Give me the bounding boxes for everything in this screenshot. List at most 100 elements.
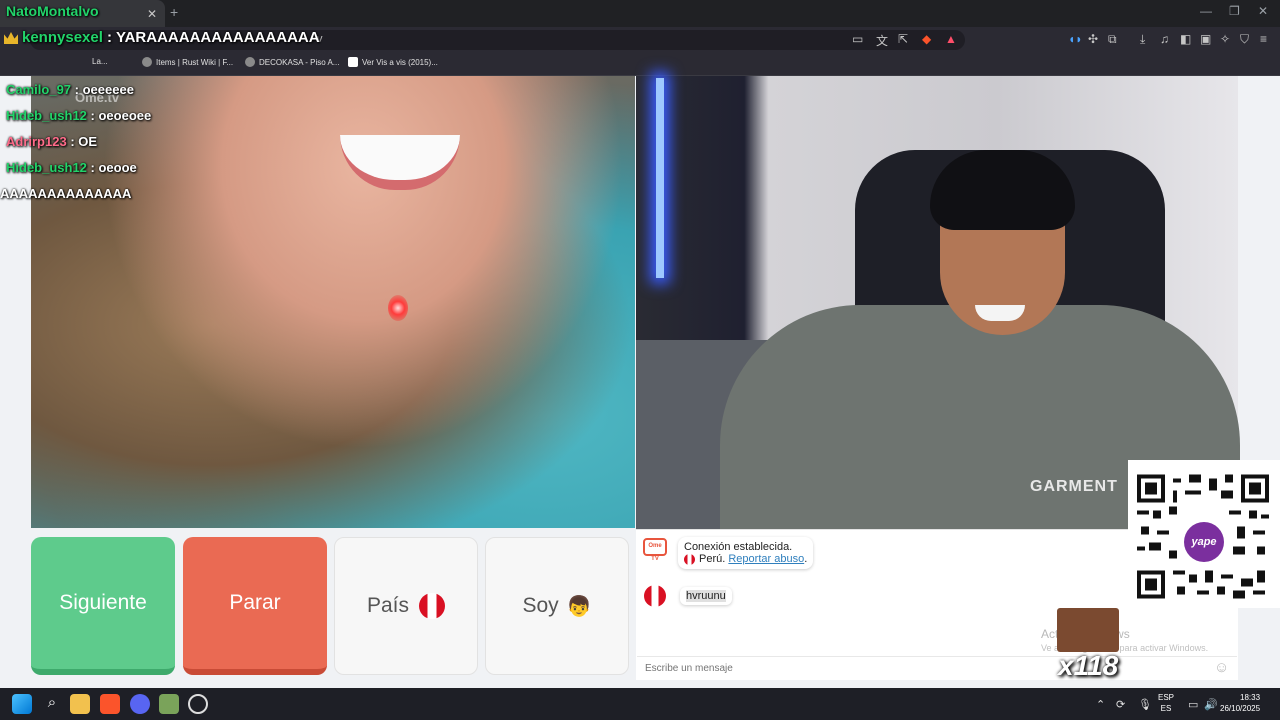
window-close-icon[interactable]: ✕ (1258, 4, 1268, 18)
discord-icon[interactable] (130, 694, 150, 714)
country-line: Perú. Reportar abuso. (684, 553, 807, 565)
emoji-icon[interactable]: ☺ (1214, 659, 1229, 676)
clock-date: 26/10/2025 (1220, 704, 1261, 713)
chat-text: oeooe (98, 160, 137, 175)
yape-logo: yape (1184, 522, 1224, 562)
system-message: Conexión establecida. Perú. Reportar abu… (678, 537, 814, 569)
language-indicator[interactable]: ESP ES (1158, 692, 1174, 714)
chat-text: OE (78, 134, 98, 149)
message-input[interactable] (637, 656, 1237, 680)
globe-icon (142, 57, 152, 67)
microphone-icon[interactable]: 🎙 (1138, 698, 1152, 711)
sync-icon[interactable]: ⟳ (1116, 698, 1125, 711)
country-label: País (366, 594, 410, 617)
chat-separator: : (66, 134, 79, 149)
bookmark-label: La... (92, 57, 108, 66)
lang-top: ESP (1158, 693, 1175, 702)
menu-icon[interactable]: ≡ (1260, 32, 1267, 46)
shirt-logo: GARMENT (1030, 478, 1118, 495)
steam-icon[interactable] (188, 694, 208, 714)
report-abuse-link[interactable]: Reportar abuso (728, 553, 804, 565)
chat-username: Adrirp123 (6, 134, 67, 149)
sidebar-icon[interactable]: ◧ (1180, 32, 1191, 46)
overlay-chat-line: AAAAAAAAAAAAAA (0, 186, 131, 201)
bookmark-label: Ver Vis a vis (2015)... (362, 57, 438, 67)
translate-icon[interactable]: 文 (876, 32, 888, 49)
chat-separator: : (86, 160, 99, 175)
country-name: Perú. (699, 553, 726, 565)
clock[interactable]: 18:33 26/10/2025 (1220, 692, 1260, 714)
brave-browser-icon[interactable] (100, 694, 120, 714)
chat-separator: : (102, 29, 116, 46)
connection-status: Conexión establecida. (684, 541, 793, 553)
chat-username: Hideb_ush12 (6, 160, 87, 175)
chat-username: Hideb_ush12 (6, 108, 87, 123)
bookmark-label: DECOKASA - Piso A... (259, 57, 340, 67)
neon-light (656, 78, 664, 278)
lang-bottom: ES (1160, 704, 1172, 713)
overlay-chat-line: kennysexel : YARAAAAAAAAAAAAAAAA (22, 29, 320, 46)
person-hair (930, 150, 1075, 230)
chat-separator: : (86, 108, 99, 123)
chat-text: AAAAAAAAAAAAAA (0, 186, 132, 201)
clock-time: 18:33 (1240, 693, 1261, 702)
p-icon (348, 57, 358, 67)
download-icon[interactable]: ⤓ (1140, 32, 1145, 47)
boy-face-icon: 👦 (566, 595, 592, 618)
red-light (388, 295, 408, 321)
bookmark-label: Items | Rust Wiki | F... (156, 57, 234, 67)
reaction-image (1057, 608, 1119, 652)
search-icon[interactable]: ⌕ (42, 694, 62, 714)
stop-button[interactable]: Parar (183, 537, 327, 675)
bookmark-item[interactable]: La... (92, 57, 108, 66)
tray-chevron-icon[interactable]: ⌃ (1096, 698, 1105, 711)
bookmark-item[interactable]: Items | Rust Wiki | F... (142, 57, 233, 67)
bookmark-item[interactable]: Ver Vis a vis (2015)... (348, 57, 438, 67)
extensions-icon[interactable]: ✣ (1088, 32, 1098, 46)
chat-text: oeoeoee (98, 108, 152, 123)
start-icon[interactable] (12, 694, 32, 714)
report-suffix: . (804, 553, 808, 565)
wallet-icon[interactable]: ▣ (1200, 32, 1211, 46)
file-explorer-icon[interactable] (70, 694, 90, 714)
minecraft-icon[interactable] (159, 694, 179, 714)
chat-username: kennysexel (22, 29, 103, 46)
chat-text: YARAAAAAAAAAAAAAAAA (115, 29, 320, 46)
overlay-top-name: NatoMontalvo (6, 3, 99, 19)
minimize-icon[interactable]: — (1200, 4, 1212, 18)
close-icon[interactable]: ✕ (147, 7, 157, 21)
globe-icon (245, 57, 255, 67)
message-text: hvruunu (686, 590, 726, 602)
brave-shields-icon[interactable]: ◆ (922, 32, 931, 46)
country-button[interactable]: País (334, 537, 478, 675)
stranger-video (31, 76, 635, 528)
next-button[interactable]: Siguiente (31, 537, 175, 675)
browser-tab-bar (0, 0, 1280, 27)
audio-playing-icon[interactable]: ◖◗ (1068, 32, 1083, 46)
overlay-chat-line: Hideb_ush12 : oeooe (6, 160, 137, 175)
stranger-message: hvruunu (680, 587, 732, 605)
media-icon[interactable]: ♫ (1160, 32, 1169, 46)
vpn-shield-icon[interactable]: ⛉ (1240, 32, 1249, 47)
overlay-chat-line: Hideb_ush12 : oeoeoee (6, 108, 151, 123)
ometv-logo-icon: Ome TV (643, 538, 667, 562)
gender-button[interactable]: Soy 👦 (485, 537, 629, 675)
multiplier-counter: x118 (1058, 650, 1119, 681)
brave-rewards-icon[interactable]: ▲ (945, 32, 957, 46)
maximize-icon[interactable]: ❐ (1229, 4, 1240, 18)
screenshot-icon[interactable]: ⧉ (1108, 32, 1117, 47)
network-icon[interactable]: ▭ (1188, 698, 1198, 711)
next-label: Siguiente (59, 591, 147, 614)
overlay-chat-line: Camilo_97 : oeeeeee (6, 82, 134, 97)
chat-separator: : (71, 82, 83, 97)
chat-text: oeeeeee (82, 82, 134, 97)
volume-icon[interactable]: 🔊 (1204, 698, 1218, 711)
share-icon[interactable]: ⇱ (898, 32, 908, 46)
cast-icon[interactable]: ▭ (852, 32, 863, 46)
leo-ai-icon[interactable]: ✧ (1220, 32, 1230, 46)
stop-label: Parar (229, 591, 281, 614)
new-tab-button[interactable]: + (170, 4, 178, 20)
stranger-flag-icon (644, 585, 666, 607)
overlay-chat-line: Adrirp123 : OE (6, 134, 97, 149)
bookmark-item[interactable]: DECOKASA - Piso A... (245, 57, 339, 67)
